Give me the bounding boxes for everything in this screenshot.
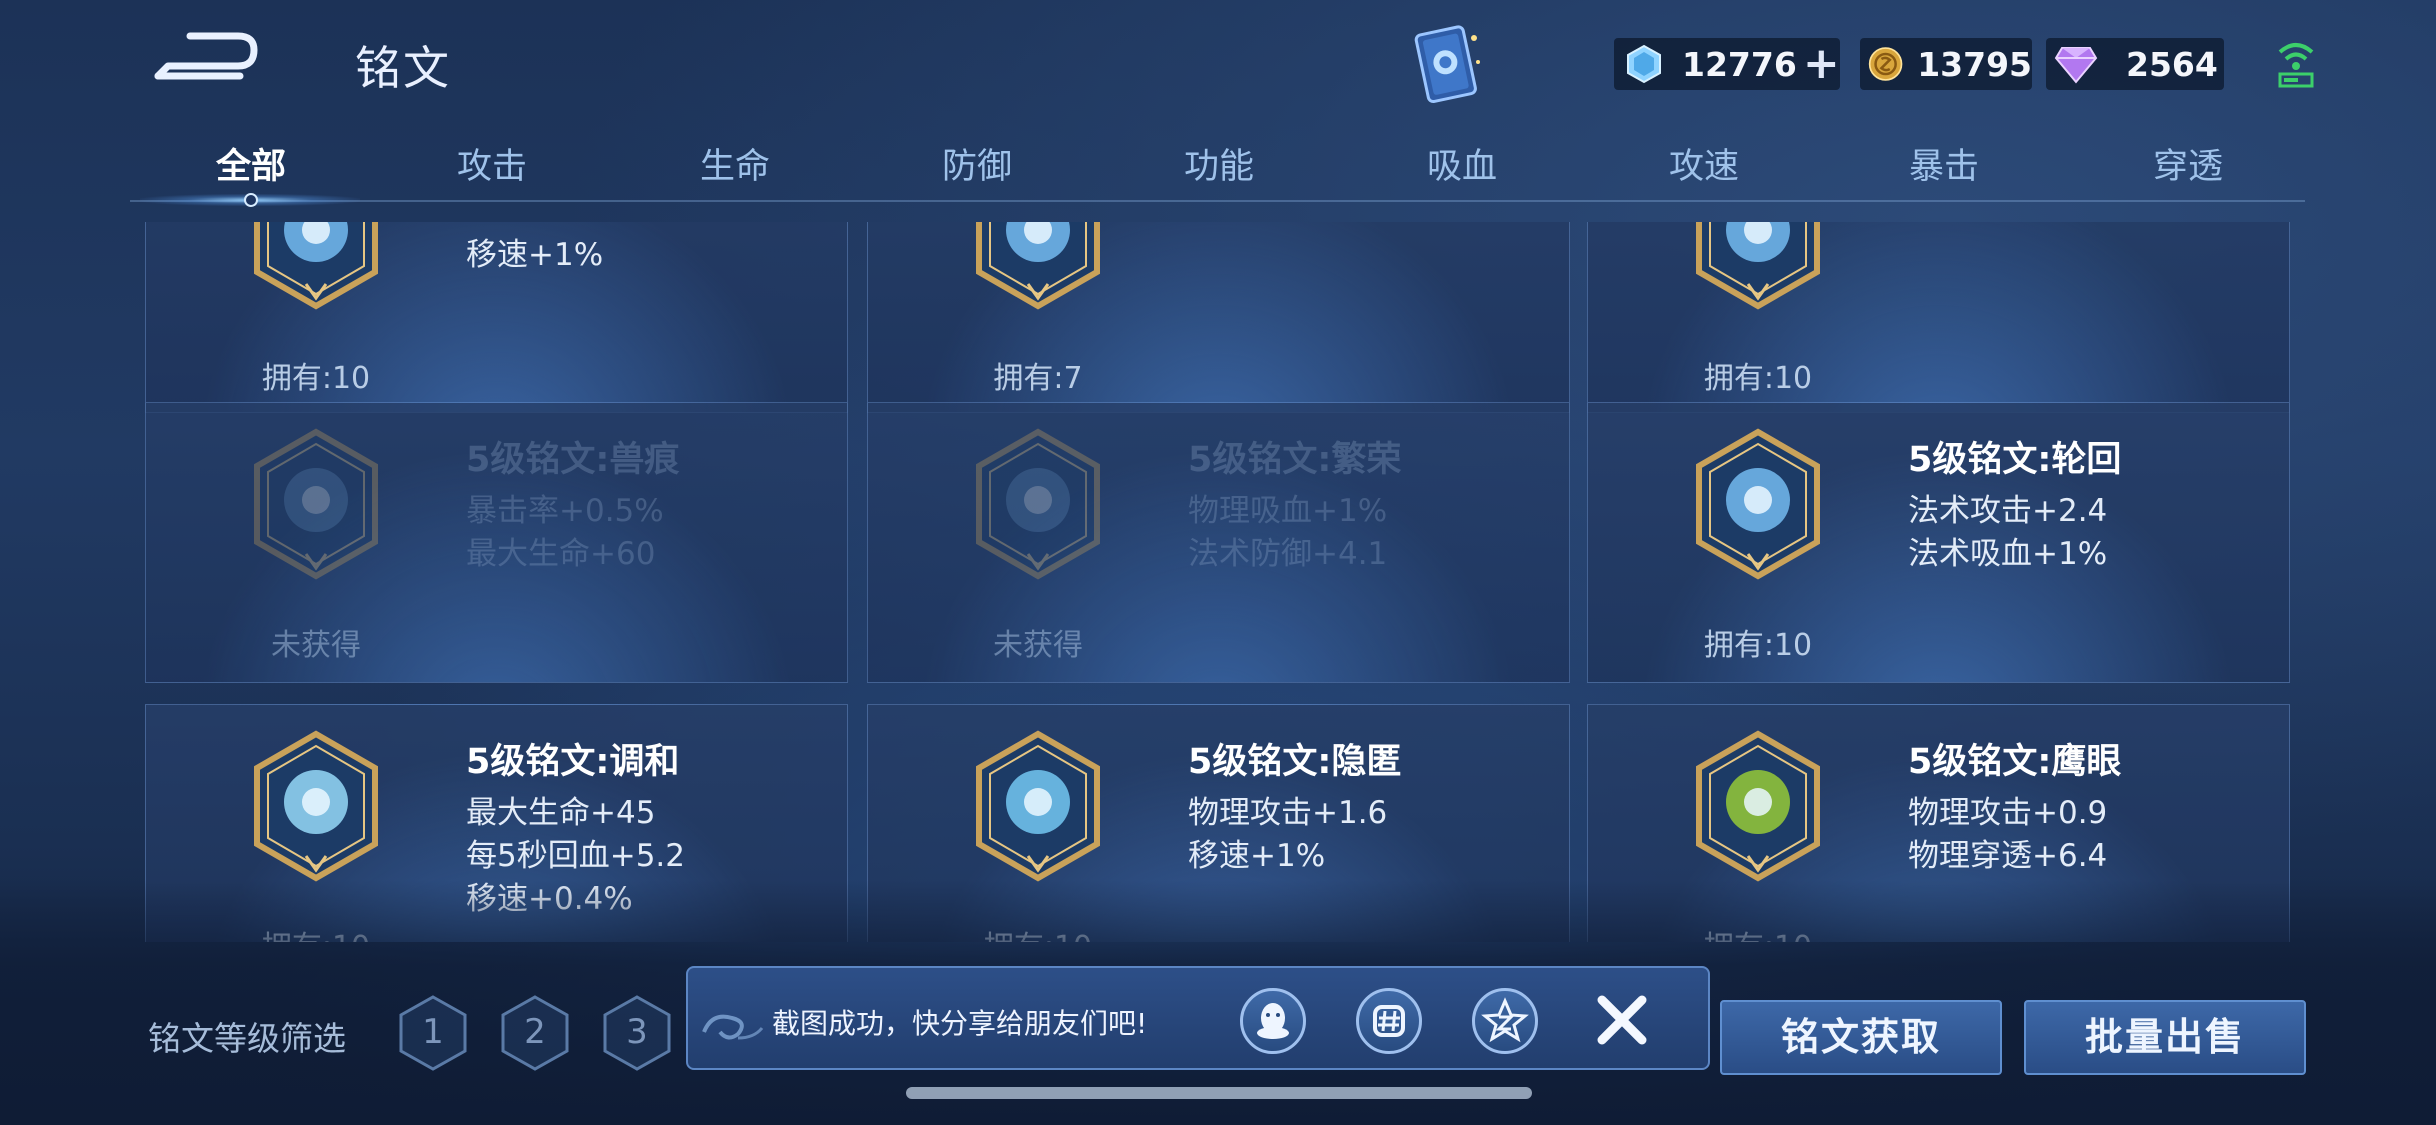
close-icon[interactable] [1592, 990, 1652, 1050]
wechat-moments-icon [1373, 1005, 1405, 1037]
rune-name: 5级铭文:隐匿 [1188, 742, 1402, 782]
page-title: 铭文 [355, 41, 451, 95]
rune-stat: 物理攻击+0.9 [1908, 795, 2108, 831]
gold-balance: 13795 [1860, 38, 2032, 90]
rune-grid: 移速+1% 拥有:10 拥有:7 拥有:10 5级铭文:兽痕暴击率+0.5% 最大生命+6… [145, 222, 2290, 942]
level-filter-label: 铭文等级筛选 [148, 1019, 346, 1058]
owned-count: 拥有:10 [261, 361, 371, 396]
top-bar: 铭文 12776 + 13795 2564 [0, 0, 2436, 130]
rune-card[interactable]: 5级铭文:轮回法术攻击+2.4 法术吸血+1% 拥有:10 [1587, 402, 2290, 683]
rune-emblem-icon [1696, 428, 1820, 580]
tab-function[interactable]: 功能 [1184, 138, 1254, 189]
rune-stat: 移速+1% [1188, 838, 1326, 874]
level-filter-3[interactable]: 3 [602, 994, 672, 1072]
share-qzone-button[interactable] [1472, 988, 1538, 1054]
gold-amount: 13795 [1917, 44, 2032, 84]
batch-sell-button[interactable]: 批量出售 [2024, 1000, 2306, 1075]
diamond-icon [1627, 44, 1661, 84]
level-filter-1[interactable]: 1 [398, 994, 468, 1072]
share-qq-button[interactable] [1240, 988, 1306, 1054]
rune-name: 5级铭文:鹰眼 [1908, 742, 2122, 782]
tab-health[interactable]: 生命 [700, 138, 770, 189]
share-moments-button[interactable] [1356, 988, 1422, 1054]
tab-lifesteal[interactable]: 吸血 [1427, 138, 1497, 189]
gem-icon [2054, 47, 2098, 84]
rune-name: 5级铭文:调和 [466, 742, 680, 782]
rune-stat: 每5秒回血+5.2 [466, 838, 685, 874]
gem-balance: 2564 [2046, 38, 2224, 90]
level-filter-2[interactable]: 2 [500, 994, 570, 1072]
owned-count: 拥有:10 [1703, 628, 1813, 663]
rune-emblem-icon [1696, 730, 1820, 882]
rune-stat: 物理攻击+1.6 [1188, 795, 1388, 831]
rune-stat: 最大生命+45 [466, 795, 656, 831]
tab-penetration[interactable]: 穿透 [2153, 138, 2223, 189]
home-indicator [906, 1087, 1532, 1099]
category-tabs: 全部 攻击 生命 防御 功能 吸血 攻速 暴击 穿透 [130, 130, 2305, 202]
tab-attack-speed[interactable]: 攻速 [1669, 138, 1739, 189]
not-owned-label: 未获得 [993, 628, 1083, 663]
rune-stat: 法术防御+4.1 [1188, 536, 1388, 572]
rune-card[interactable]: 移速+1% 拥有:10 [145, 222, 848, 413]
tab-critical[interactable]: 暴击 [1909, 138, 1979, 189]
rune-card[interactable]: 5级铭文:繁荣物理吸血+1% 法术防御+4.1 未获得 [867, 402, 1570, 683]
back-arrow-icon[interactable] [150, 28, 260, 86]
tab-defense[interactable]: 防御 [942, 138, 1012, 189]
rune-name: 5级铭文:轮回 [1908, 440, 2122, 480]
active-tab-dot [244, 193, 258, 207]
rune-card[interactable]: 拥有:7 [867, 222, 1570, 413]
rune-card[interactable]: 5级铭文:兽痕暴击率+0.5% 最大生命+60 未获得 [145, 402, 848, 683]
rune-stat: 法术攻击+2.4 [1908, 493, 2108, 529]
rune-name: 5级铭文:繁荣 [1188, 440, 1402, 480]
tab-all[interactable]: 全部 [216, 138, 286, 189]
rune-stat: 最大生命+60 [466, 536, 656, 572]
get-rune-button[interactable]: 铭文获取 [1720, 1000, 2002, 1075]
rune-stat: 法术吸血+1% [1908, 536, 2108, 572]
rune-card[interactable]: 拥有:10 [1587, 222, 2290, 413]
rune-emblem-icon [1696, 222, 1820, 310]
toast-message: 截图成功，快分享给朋友们吧! [772, 1007, 1148, 1040]
add-diamond-button[interactable]: + [1803, 42, 1840, 86]
rune-stat: 物理吸血+1% [1188, 493, 1388, 529]
diamond-balance: 12776 + [1614, 38, 1840, 90]
diamond-amount: 12776 [1682, 44, 1797, 84]
owned-count: 拥有:10 [1703, 361, 1813, 396]
gold-coin-icon [1868, 47, 1903, 81]
screenshot-share-toast: 截图成功，快分享给朋友们吧! [686, 966, 1710, 1070]
rune-emblem-icon [254, 222, 378, 310]
rune-stat: 物理穿透+6.4 [1908, 838, 2108, 874]
qq-icon [1257, 1003, 1289, 1039]
cloud-swirl-icon [702, 1014, 764, 1040]
network-signal-icon [2278, 43, 2314, 88]
tab-divider [130, 200, 2305, 202]
rune-emblem-icon [976, 428, 1100, 580]
card-pack-icon[interactable] [1408, 22, 1486, 108]
not-owned-label: 未获得 [271, 628, 361, 663]
rune-stat: 移速+1% [466, 237, 604, 273]
tab-attack[interactable]: 攻击 [457, 138, 527, 189]
owned-count: 拥有:7 [993, 361, 1083, 396]
rune-emblem-icon [254, 428, 378, 580]
rune-name: 5级铭文:兽痕 [466, 440, 680, 480]
gem-amount: 2564 [2126, 44, 2218, 84]
rune-emblem-icon [254, 730, 378, 882]
qzone-icon [1481, 997, 1529, 1043]
rune-emblem-icon [976, 222, 1100, 310]
rune-stat: 暴击率+0.5% [466, 493, 664, 529]
rune-emblem-icon [976, 730, 1100, 882]
